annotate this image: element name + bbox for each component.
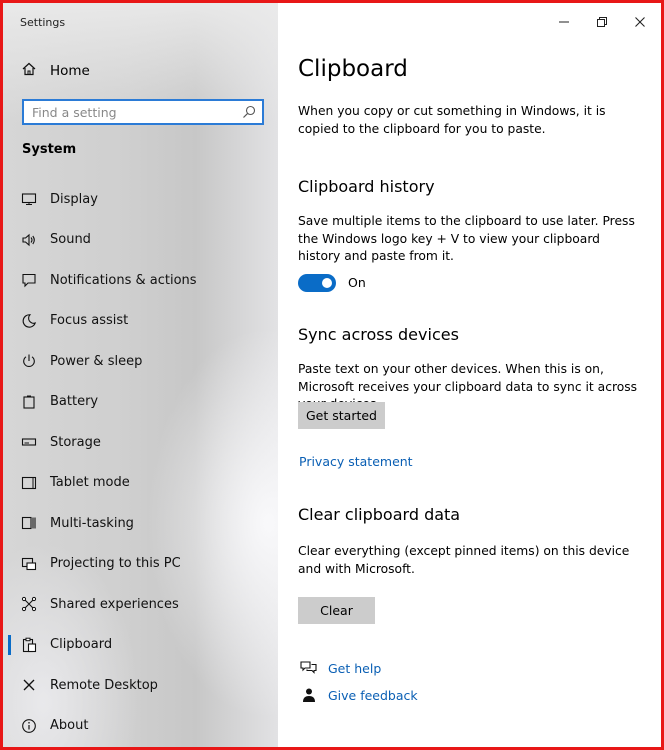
moon-icon [21,313,37,329]
restore-icon[interactable] [593,13,611,31]
help-icon [300,660,318,676]
sidebar-item-label: Focus assist [50,313,129,329]
window-title: Settings [20,16,66,29]
window-controls [555,13,649,31]
feedback-icon [300,687,318,703]
sidebar-item-battery[interactable]: Battery [3,382,278,423]
search-box[interactable] [22,99,264,125]
page-title: Clipboard [298,56,408,82]
sidebar-item-label: Notifications & actions [50,272,197,288]
history-heading: Clipboard history [298,177,435,196]
display-icon [21,191,37,207]
sidebar-item-label: Shared experiences [50,596,179,612]
sync-heading: Sync across devices [298,325,459,344]
toggle-knob [322,278,332,288]
get-help-link[interactable]: Get help [328,661,381,676]
sidebar-item-about[interactable]: About [3,706,278,747]
minimize-icon[interactable] [555,13,573,31]
sidebar-item-power-sleep[interactable]: Power & sleep [3,341,278,382]
power-icon [21,353,37,369]
sidebar-home[interactable]: Home [21,61,90,81]
sidebar-nav: Display Sound Notifications & actions Fo… [3,179,278,746]
section-label: System [22,142,77,157]
sidebar-item-display[interactable]: Display [3,179,278,220]
clear-button[interactable]: Clear [298,597,375,624]
sidebar-item-label: Tablet mode [50,475,130,491]
storage-icon [21,434,37,450]
sidebar-item-multitasking[interactable]: Multi-tasking [3,503,278,544]
clipboard-history-toggle[interactable] [298,274,336,292]
sidebar: Settings Home System Display Sound [3,3,278,747]
give-feedback-link[interactable]: Give feedback [328,688,418,703]
window-frame: Settings Home System Display Sound [0,0,664,750]
multitasking-icon [21,515,37,531]
info-icon [21,718,37,734]
sidebar-item-label: Storage [50,434,101,450]
remote-icon [21,677,37,693]
sidebar-item-label: Power & sleep [50,353,143,369]
clear-description: Clear everything (except pinned items) o… [298,544,630,576]
sidebar-item-storage[interactable]: Storage [3,422,278,463]
clipboard-icon [21,637,37,653]
battery-icon [21,394,37,410]
intro-text: When you copy or cut something in Window… [298,104,606,136]
sidebar-item-label: Display [50,191,98,207]
sidebar-item-sound[interactable]: Sound [3,220,278,261]
sidebar-item-label: Clipboard [50,637,113,653]
sidebar-item-label: Battery [50,394,99,410]
history-description: Save multiple items to the clipboard to … [298,214,635,263]
sidebar-item-label: Sound [50,232,91,248]
tablet-icon [21,475,37,491]
notification-icon [21,272,37,288]
home-label: Home [50,63,90,79]
privacy-statement-link[interactable]: Privacy statement [299,454,413,469]
sidebar-item-focus-assist[interactable]: Focus assist [3,301,278,342]
get-started-button[interactable]: Get started [298,402,385,429]
search-input[interactable] [24,101,242,123]
projecting-icon [21,556,37,572]
home-icon [21,61,37,81]
sidebar-item-label: Multi-tasking [50,515,134,531]
search-icon[interactable] [242,104,256,123]
sidebar-item-label: Projecting to this PC [50,556,181,572]
sidebar-item-remote-desktop[interactable]: Remote Desktop [3,665,278,706]
speaker-icon [21,232,37,248]
sidebar-item-notifications[interactable]: Notifications & actions [3,260,278,301]
shared-icon [21,596,37,612]
sidebar-item-shared-experiences[interactable]: Shared experiences [3,584,278,625]
clear-heading: Clear clipboard data [298,505,461,524]
sidebar-item-projecting[interactable]: Projecting to this PC [3,544,278,585]
toggle-state-label: On [348,275,366,290]
close-icon[interactable] [631,13,649,31]
sidebar-item-label: About [50,718,89,734]
sidebar-item-label: Remote Desktop [50,677,158,693]
sidebar-item-clipboard[interactable]: Clipboard [3,625,278,666]
sidebar-item-tablet-mode[interactable]: Tablet mode [3,463,278,504]
